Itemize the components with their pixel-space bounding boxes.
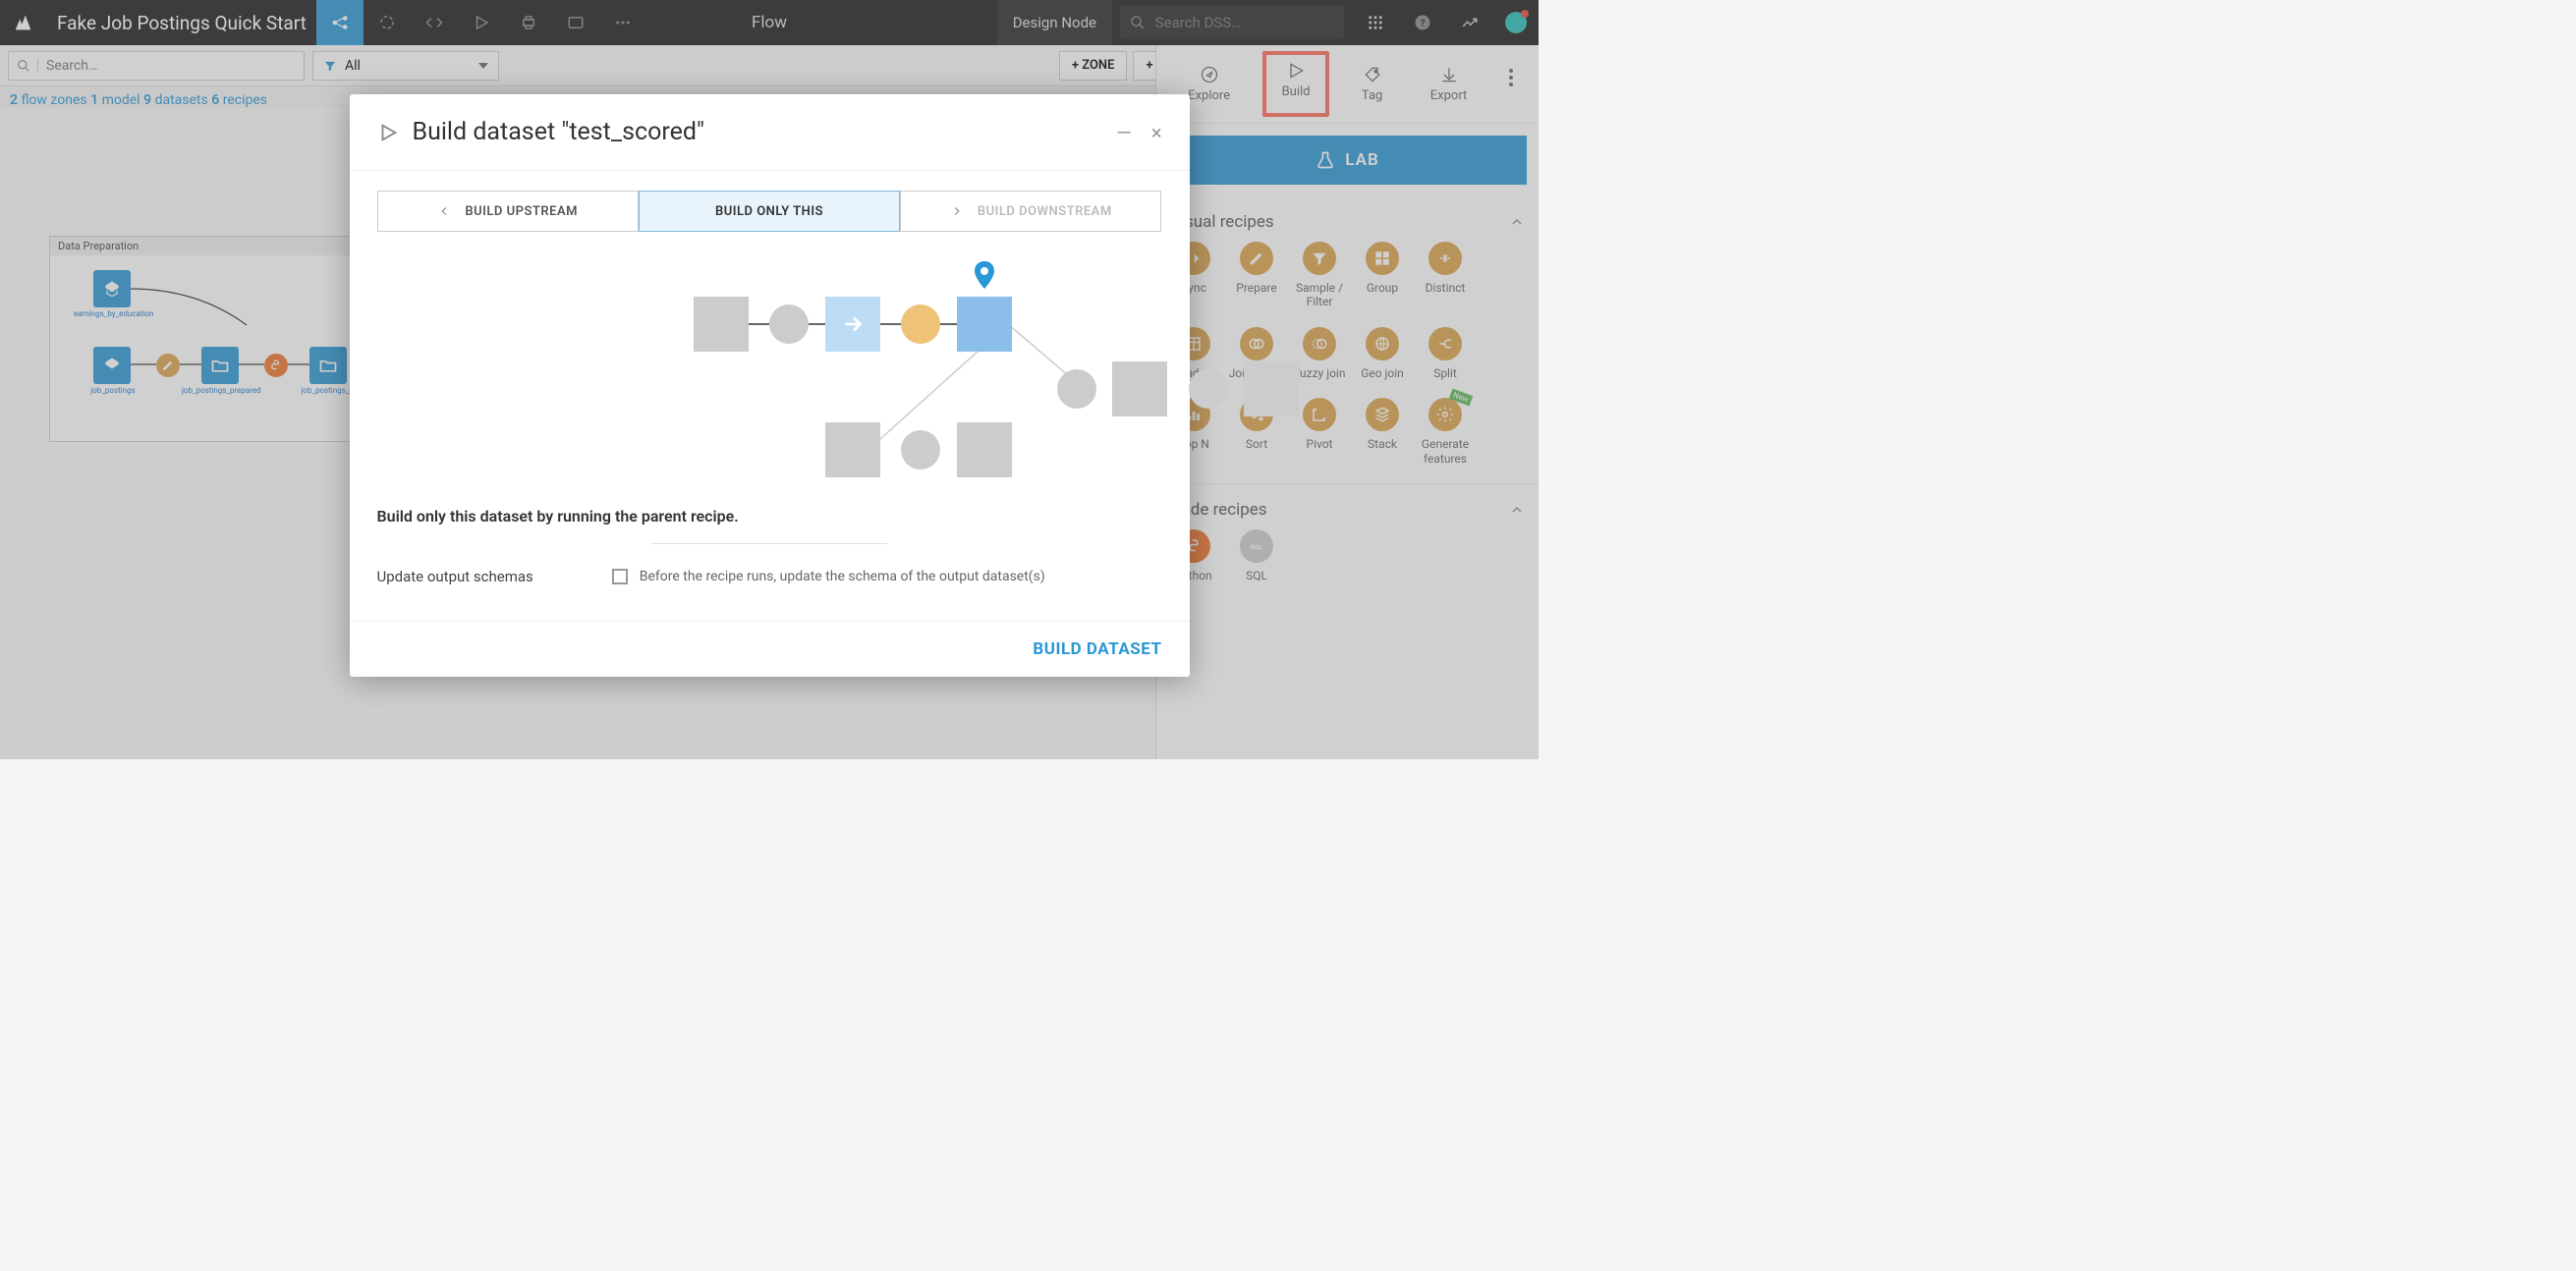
modal-title: Build dataset "test_scored": [413, 118, 705, 146]
tab-build-only-this[interactable]: BUILD ONLY THIS: [639, 191, 900, 232]
tab-build-upstream[interactable]: BUILD UPSTREAM: [377, 191, 639, 232]
build-diagram: [350, 251, 1190, 487]
update-schemas-checkbox[interactable]: Before the recipe runs, update the schem…: [612, 569, 1045, 584]
build-dataset-button[interactable]: BUILD DATASET: [1033, 639, 1161, 659]
build-modal: Build dataset "test_scored" — × BUILD UP…: [350, 94, 1190, 677]
close-icon[interactable]: ×: [1151, 121, 1162, 144]
minimize-icon[interactable]: —: [1116, 121, 1132, 144]
tab-build-downstream: BUILD DOWNSTREAM: [900, 191, 1161, 232]
update-schemas-label: Update output schemas: [377, 568, 533, 585]
modal-description: Build only this dataset by running the p…: [350, 507, 1190, 525]
modal-overlay[interactable]: Build dataset "test_scored" — × BUILD UP…: [0, 0, 1539, 759]
